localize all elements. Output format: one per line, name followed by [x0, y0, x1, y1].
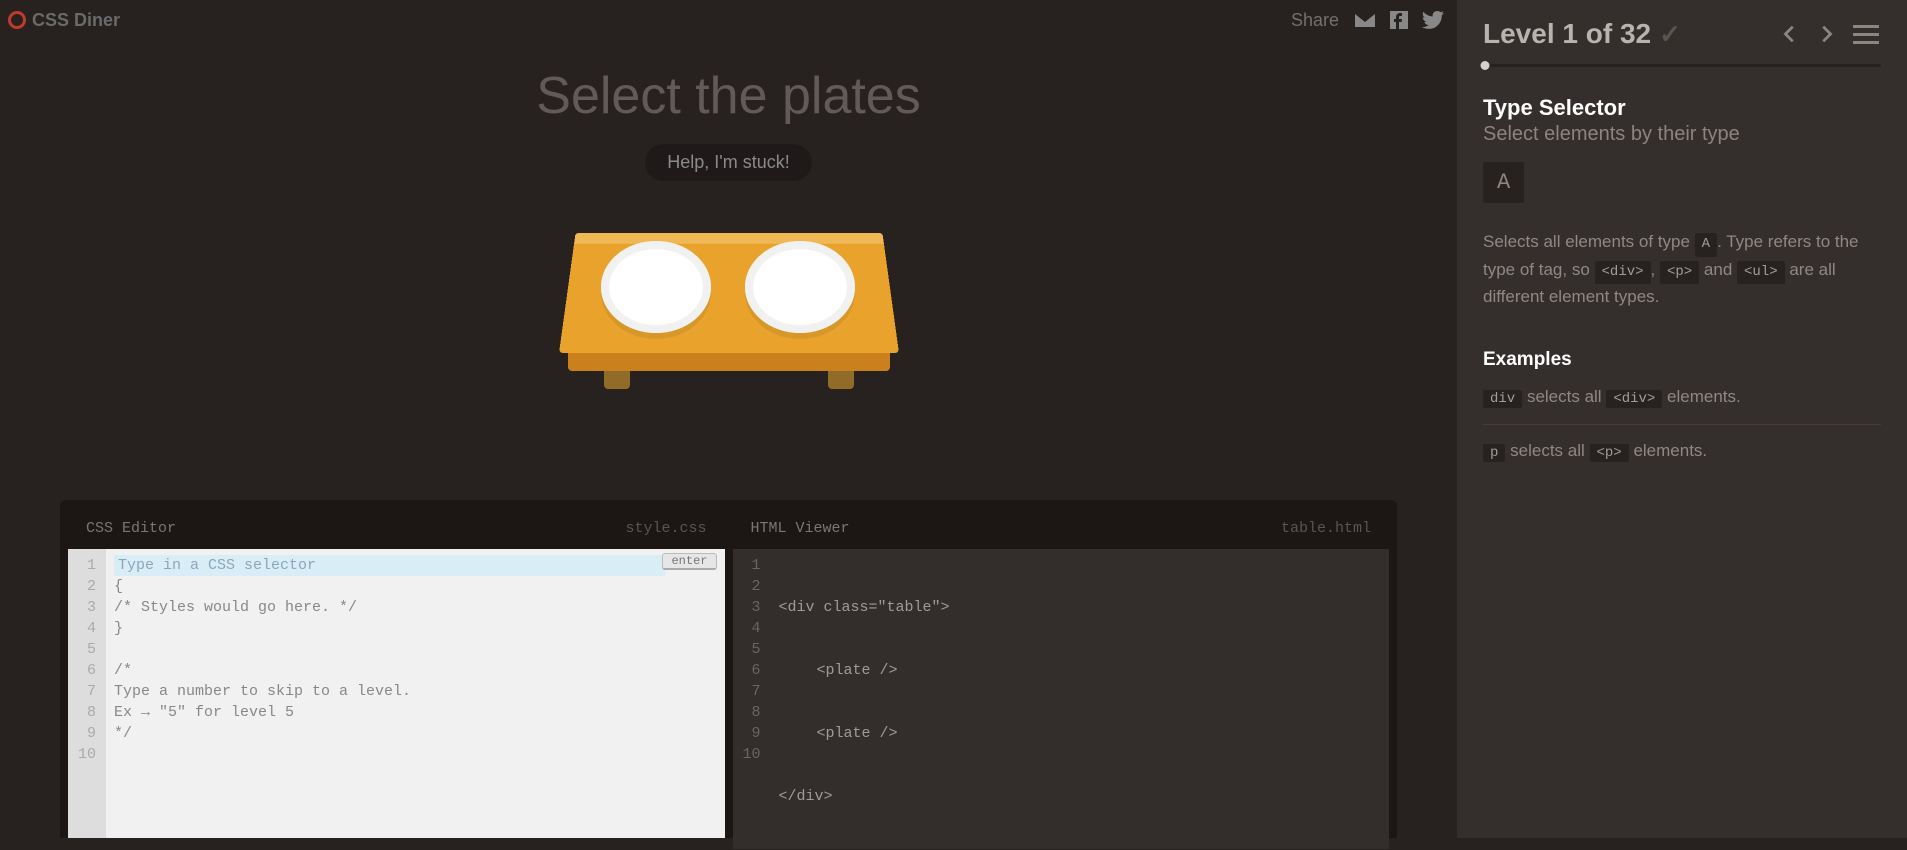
css-selector-input[interactable]: Type in a CSS selector — [114, 555, 665, 576]
email-icon[interactable] — [1353, 8, 1377, 32]
syntax-badge: A — [1483, 162, 1524, 203]
facebook-icon[interactable] — [1387, 8, 1411, 32]
table-leg — [828, 369, 854, 389]
html-filename: table.html — [1281, 520, 1371, 537]
html-viewer-title: HTML Viewer — [751, 520, 850, 537]
html-code-line: </div> — [779, 786, 1380, 807]
selector-subtitle: Select elements by their type — [1483, 123, 1881, 146]
css-code-line: { — [114, 576, 715, 597]
example-item: div selects all <div> elements. — [1483, 387, 1881, 425]
progress-track[interactable] — [1483, 64, 1881, 67]
css-code-line: Ex → "5" for level 5 — [114, 702, 715, 723]
plate[interactable] — [601, 241, 711, 333]
twitter-icon[interactable] — [1421, 8, 1445, 32]
share-label: Share — [1291, 10, 1339, 31]
html-gutter: 1 2 3 4 5 6 7 8 9 10 — [733, 549, 771, 849]
css-code-line — [114, 639, 715, 660]
html-code-line: <plate /> — [779, 723, 1380, 744]
css-editor-title: CSS Editor — [86, 520, 176, 537]
plate[interactable] — [745, 241, 855, 333]
editor-panel: CSS Editor style.css 1 2 3 4 5 6 7 8 9 1… — [60, 500, 1397, 838]
css-code-line: /* — [114, 660, 715, 681]
table-stage — [0, 213, 1457, 413]
level-indicator: Level 1 of 32 ✓ — [1483, 18, 1681, 50]
selector-name: Type Selector — [1483, 95, 1881, 121]
css-code-line: } — [114, 618, 715, 639]
prompt-title: Select the plates — [0, 66, 1457, 126]
css-code-line: /* Styles would go here. */ — [114, 597, 715, 618]
brand[interactable]: CSS Diner — [8, 10, 120, 31]
examples-heading: Examples — [1483, 349, 1881, 371]
sidebar: Level 1 of 32 ✓ Type Selector Select ele… — [1457, 0, 1907, 838]
css-gutter: 1 2 3 4 5 6 7 8 9 10 — [68, 549, 106, 838]
css-filename: style.css — [625, 520, 706, 537]
selector-description: Selects all elements of type A. Type ref… — [1483, 229, 1881, 311]
levels-menu-button[interactable] — [1851, 23, 1881, 46]
prev-level-button[interactable] — [1779, 23, 1801, 45]
app-name: CSS Diner — [32, 10, 120, 31]
enter-button[interactable]: enter — [662, 553, 716, 570]
css-code-line: */ — [114, 723, 715, 744]
css-code-line: Type a number to skip to a level. — [114, 681, 715, 702]
progress-dot — [1481, 61, 1490, 70]
next-level-button[interactable] — [1815, 23, 1837, 45]
css-editor-pane: CSS Editor style.css 1 2 3 4 5 6 7 8 9 1… — [68, 508, 725, 838]
checkmark-icon: ✓ — [1659, 19, 1681, 50]
help-button[interactable]: Help, I'm stuck! — [645, 144, 811, 181]
logo-icon — [8, 11, 26, 29]
html-code-line: <div class="table"> — [779, 597, 1380, 618]
share-box: Share — [1291, 8, 1445, 32]
html-viewer-pane: HTML Viewer table.html 1 2 3 4 5 6 7 8 9… — [725, 508, 1390, 838]
table-leg — [604, 369, 630, 389]
html-code-line: <plate /> — [779, 660, 1380, 681]
example-item: p selects all <p> elements. — [1483, 441, 1881, 478]
